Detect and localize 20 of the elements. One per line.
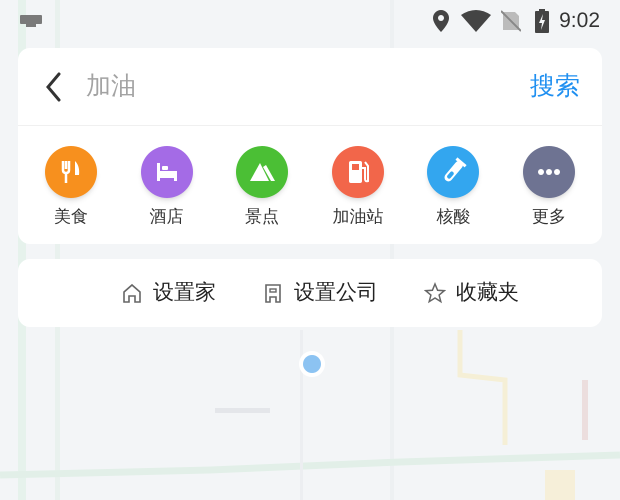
category-button[interactable]: 加油站 (312, 146, 403, 224)
category-button[interactable]: 景点 (217, 146, 308, 224)
search-field[interactable]: 加油 (86, 66, 530, 106)
wifi-icon (461, 10, 492, 32)
category-button[interactable]: 更多 (504, 146, 594, 224)
building-icon (262, 282, 284, 304)
location-pin-icon (433, 10, 450, 32)
location-dot-icon (299, 351, 325, 377)
category-button[interactable]: 核酸 (408, 146, 498, 224)
keyboard-icon (20, 15, 42, 27)
star-icon (424, 282, 446, 304)
no-sim-icon (501, 10, 522, 32)
shortcut-button[interactable]: 设置家 (121, 277, 216, 309)
category-button[interactable]: 酒店 (122, 146, 212, 224)
category-button[interactable]: 美食 (26, 146, 116, 224)
shortcut-button[interactable]: 收藏夹 (424, 277, 519, 309)
shortcut-button[interactable]: 设置公司 (262, 277, 378, 309)
house-icon (121, 282, 143, 304)
battery-icon (535, 9, 550, 33)
clock: 9:02 (559, 8, 600, 34)
